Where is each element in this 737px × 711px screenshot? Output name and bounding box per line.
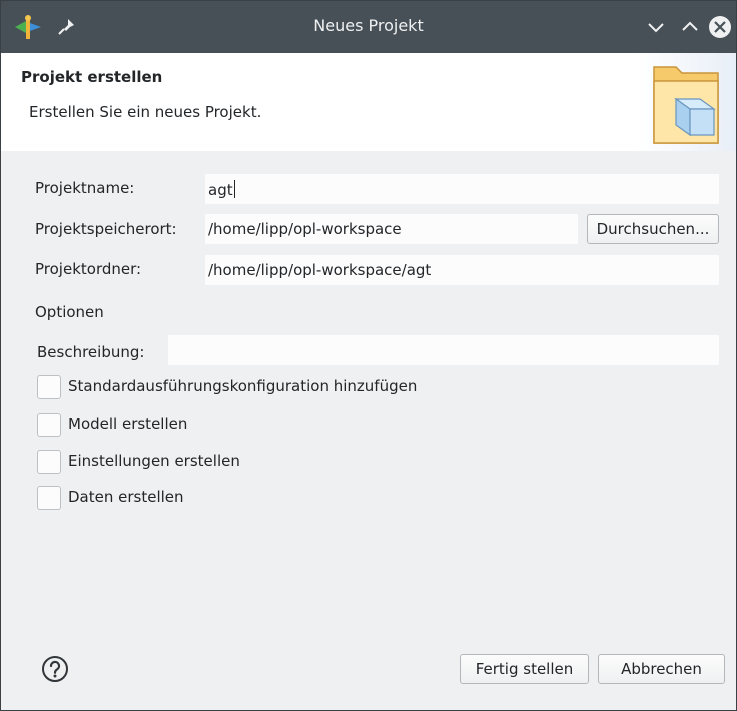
new-project-dialog: Neues Projekt Projekt erstellen Erstelle…	[0, 0, 737, 711]
project-name-input[interactable]: agt	[205, 174, 719, 204]
location-input[interactable]: /home/lipp/opl-workspace	[205, 214, 578, 244]
title-bar[interactable]: Neues Projekt	[1, 1, 736, 53]
folder-label: Projektordner:	[35, 260, 142, 278]
close-icon[interactable]	[708, 15, 732, 39]
settings-label[interactable]: Einstellungen erstellen	[68, 452, 240, 470]
help-icon[interactable]	[41, 655, 69, 683]
window-title: Neues Projekt	[313, 16, 424, 35]
project-name-label: Projektname:	[35, 179, 135, 197]
wizard-description: Erstellen Sie ein neues Projekt.	[29, 103, 262, 121]
wizard-title: Projekt erstellen	[21, 68, 163, 86]
options-heading: Optionen	[35, 303, 104, 321]
finish-button[interactable]: Fertig stellen	[460, 654, 589, 684]
browse-button[interactable]: Durchsuchen...	[587, 214, 719, 244]
project-folder-cube-icon	[653, 66, 719, 144]
description-label: Beschreibung:	[37, 343, 145, 361]
banner-icon-area	[638, 53, 736, 151]
run-config-checkbox[interactable]	[37, 375, 61, 399]
description-input[interactable]	[168, 335, 719, 365]
run-config-label[interactable]: Standardausführungskonfiguration hinzufü…	[68, 377, 417, 395]
project-name-value: agt	[208, 181, 233, 199]
location-label: Projektspeicherort:	[35, 220, 177, 238]
project-form: Projektname: agt Projektspeicherort: /ho…	[1, 151, 736, 631]
cancel-button[interactable]: Abbrechen	[598, 654, 725, 684]
folder-input[interactable]: /home/lipp/opl-workspace/agt	[205, 255, 719, 285]
chevron-down-icon[interactable]	[644, 15, 668, 39]
settings-checkbox[interactable]	[37, 450, 61, 474]
data-checkbox[interactable]	[37, 486, 61, 510]
model-checkbox[interactable]	[37, 413, 61, 437]
data-label[interactable]: Daten erstellen	[68, 488, 184, 506]
wizard-header: Projekt erstellen Erstellen Sie ein neue…	[1, 53, 736, 151]
chevron-up-icon[interactable]	[678, 15, 702, 39]
model-label[interactable]: Modell erstellen	[68, 415, 187, 433]
text-caret	[233, 180, 235, 198]
